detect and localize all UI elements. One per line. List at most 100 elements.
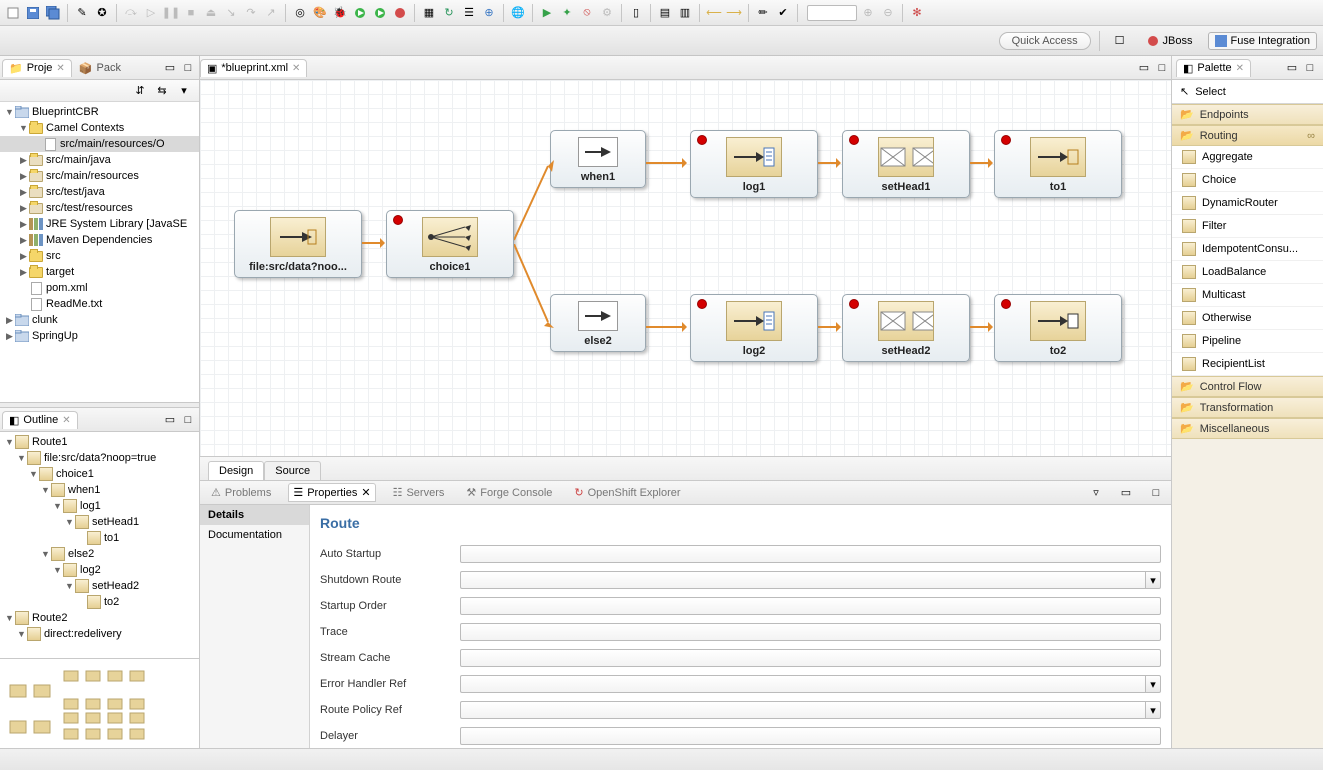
- stop-red-icon[interactable]: ⦸: [578, 4, 596, 22]
- palette-item[interactable]: RecipientList: [1172, 353, 1323, 376]
- connection-arrow[interactable]: [646, 162, 686, 164]
- project-tree[interactable]: ▼BlueprintCBR▼Camel Contextssrc/main/res…: [0, 102, 199, 402]
- new-dropdown-button[interactable]: [4, 4, 22, 22]
- connection-arrow[interactable]: [646, 326, 686, 328]
- task-icon[interactable]: ✔: [774, 4, 792, 22]
- palette-item[interactable]: Otherwise: [1172, 307, 1323, 330]
- outline-item[interactable]: to1: [0, 530, 199, 546]
- tab-forge-console[interactable]: ⚒ Forge Console: [461, 483, 557, 502]
- close-icon[interactable]: ✕: [361, 486, 370, 499]
- wand-icon[interactable]: ✎: [73, 4, 91, 22]
- editor-tab-blueprint[interactable]: ▣ *blueprint.xml ✕: [200, 59, 307, 77]
- device-icon[interactable]: ▯: [627, 4, 645, 22]
- outline-item[interactable]: ▼log1: [0, 498, 199, 514]
- property-input[interactable]: [460, 675, 1145, 693]
- outline-item[interactable]: ▼direct:redelivery: [0, 626, 199, 642]
- form2-icon[interactable]: ▥: [676, 4, 694, 22]
- drawer-controlflow[interactable]: 📂Control Flow: [1172, 376, 1323, 397]
- palette-item[interactable]: Aggregate: [1172, 146, 1323, 169]
- form-icon[interactable]: ▤: [656, 4, 674, 22]
- play-green-icon[interactable]: ▶: [538, 4, 556, 22]
- drawer-transformation[interactable]: 📂Transformation: [1172, 397, 1323, 418]
- outline-item[interactable]: to2: [0, 594, 199, 610]
- property-input[interactable]: [460, 571, 1145, 589]
- properties-side-documentation[interactable]: Documentation: [200, 525, 309, 545]
- node-to1[interactable]: to1: [994, 130, 1122, 198]
- quick-access-button[interactable]: Quick Access: [999, 32, 1091, 50]
- perspective-jboss[interactable]: JBoss: [1140, 32, 1200, 50]
- minimize-icon[interactable]: ▭: [1285, 61, 1299, 75]
- palette-icon[interactable]: 🎨: [311, 4, 329, 22]
- dropdown-icon[interactable]: ▾: [1145, 675, 1161, 693]
- maximize-icon[interactable]: □: [1303, 61, 1317, 75]
- collapse-all-icon[interactable]: ⇵: [133, 84, 147, 98]
- tab-properties[interactable]: ☰ Properties ✕: [288, 483, 375, 502]
- property-input[interactable]: [460, 727, 1161, 745]
- tab-package-explorer[interactable]: 📦 Pack: [72, 59, 128, 77]
- maximize-icon[interactable]: □: [181, 413, 195, 427]
- play-wand-icon[interactable]: ✦: [558, 4, 576, 22]
- pencils-icon[interactable]: ✏: [754, 4, 772, 22]
- property-input[interactable]: [460, 545, 1161, 563]
- tree-item[interactable]: ▶clunk: [0, 312, 199, 328]
- close-icon[interactable]: ✕: [56, 63, 64, 74]
- tab-servers[interactable]: ☷ Servers: [388, 483, 450, 502]
- outline-item[interactable]: ▼file:src/data?noop=true: [0, 450, 199, 466]
- zoom-in-icon[interactable]: ⊕: [859, 4, 877, 22]
- debug-pause-icon[interactable]: ❚❚: [162, 4, 180, 22]
- palette-item[interactable]: Pipeline: [1172, 330, 1323, 353]
- outline-item[interactable]: ▼else2: [0, 546, 199, 562]
- tree-item[interactable]: ▶src/main/resources: [0, 168, 199, 184]
- node-else2[interactable]: else2: [550, 294, 646, 352]
- zoom-out-icon[interactable]: ⊖: [879, 4, 897, 22]
- palette-item[interactable]: IdempotentConsu...: [1172, 238, 1323, 261]
- view-menu-icon[interactable]: ▿: [1089, 486, 1103, 500]
- globe-icon[interactable]: ⊕: [480, 4, 498, 22]
- node-sethead1[interactable]: setHead1: [842, 130, 970, 198]
- node-sethead2[interactable]: setHead2: [842, 294, 970, 362]
- outline-item[interactable]: ▼Route1: [0, 434, 199, 450]
- node-log1[interactable]: log1: [690, 130, 818, 198]
- property-input[interactable]: [460, 701, 1145, 719]
- minimize-icon[interactable]: ▭: [163, 61, 177, 75]
- outline-item[interactable]: ▼choice1: [0, 466, 199, 482]
- tree-item[interactable]: src/main/resources/O: [0, 136, 199, 152]
- subtab-design[interactable]: Design: [208, 461, 264, 480]
- palette-item[interactable]: Choice: [1172, 169, 1323, 192]
- connection-arrow[interactable]: [818, 326, 840, 328]
- debug-resume-icon[interactable]: ▷: [142, 4, 160, 22]
- close-icon[interactable]: ✕: [62, 415, 70, 426]
- open-perspective-button[interactable]: ☐: [1108, 31, 1132, 50]
- tree-item[interactable]: ▼BlueprintCBR: [0, 104, 199, 120]
- step-into-icon[interactable]: ↘: [222, 4, 240, 22]
- tab-project-explorer[interactable]: 📁 Proje ✕: [2, 59, 72, 77]
- back-icon[interactable]: ⟵: [705, 4, 723, 22]
- node-log2[interactable]: log2: [690, 294, 818, 362]
- property-input[interactable]: [460, 649, 1161, 667]
- server-icon[interactable]: ☰: [460, 4, 478, 22]
- tree-item[interactable]: ▶src: [0, 248, 199, 264]
- tree-item[interactable]: ▼Camel Contexts: [0, 120, 199, 136]
- properties-side-details[interactable]: Details: [200, 505, 309, 525]
- property-input[interactable]: [460, 597, 1161, 615]
- connection-arrow[interactable]: [362, 242, 384, 244]
- connection-arrow[interactable]: [970, 162, 992, 164]
- tree-item[interactable]: ReadMe.txt: [0, 296, 199, 312]
- property-input[interactable]: [460, 623, 1161, 641]
- drawer-routing[interactable]: 📂Routing∞: [1172, 125, 1323, 146]
- save-all-button[interactable]: [44, 4, 62, 22]
- view-menu-icon[interactable]: ▾: [177, 84, 191, 98]
- drawer-endpoints[interactable]: 📂Endpoints: [1172, 104, 1323, 125]
- outline-item[interactable]: ▼setHead2: [0, 578, 199, 594]
- wizard-icon[interactable]: ✪: [93, 4, 111, 22]
- close-icon[interactable]: ✕: [292, 63, 300, 74]
- node-to2[interactable]: to2: [994, 294, 1122, 362]
- subtab-source[interactable]: Source: [264, 461, 321, 480]
- palette-item[interactable]: Filter: [1172, 215, 1323, 238]
- tree-item[interactable]: ▶src/test/java: [0, 184, 199, 200]
- world-icon[interactable]: 🌐: [509, 4, 527, 22]
- save-button[interactable]: [24, 4, 42, 22]
- outline-thumbnail[interactable]: [0, 658, 199, 748]
- outline-item[interactable]: ▼log2: [0, 562, 199, 578]
- run-last-icon[interactable]: [371, 4, 389, 22]
